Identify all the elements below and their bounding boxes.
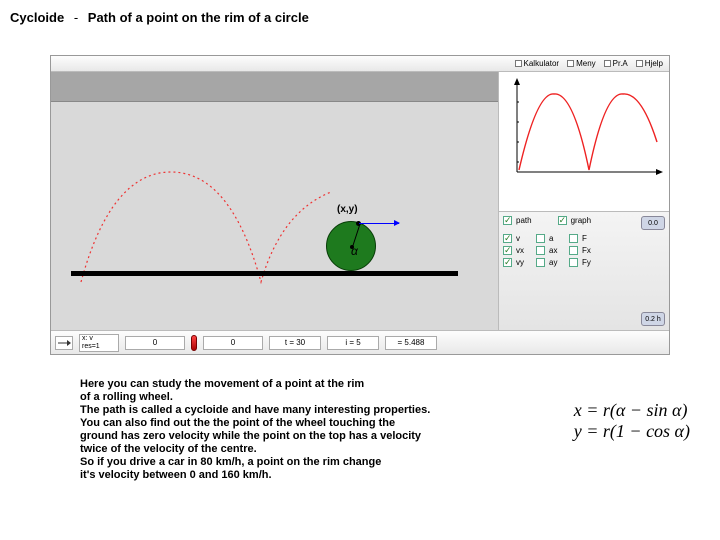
options-pane: path graph v a F vx ax Fx vy ay Fy 0.0 0… <box>499 212 669 330</box>
chk-vx[interactable] <box>503 246 512 255</box>
graph-pane[interactable] <box>499 72 669 212</box>
readout-top[interactable]: 0.0 <box>641 216 665 230</box>
equations: x = r(α − sin α) y = r(1 − cos α) <box>574 400 690 442</box>
menu-pra[interactable]: Pr.A <box>604 59 628 68</box>
last-value[interactable]: = 5.488 <box>385 336 437 350</box>
menu-meny[interactable]: Meny <box>567 59 596 68</box>
checkbox-icon <box>604 60 611 67</box>
value-1[interactable]: 0 <box>125 336 185 350</box>
checkbox-icon <box>567 60 574 67</box>
xy-label: (x,y) <box>337 204 358 215</box>
chk-F[interactable] <box>569 234 578 243</box>
rolling-wheel[interactable]: α <box>326 221 376 271</box>
ground-line <box>71 271 458 276</box>
menubar: Kalkulator Meny Pr.A Hjelp <box>51 56 669 72</box>
velocity-vector <box>359 223 399 224</box>
menu-kalkulator[interactable]: Kalkulator <box>515 59 560 68</box>
sim-canvas[interactable]: α (x,y) <box>51 102 498 330</box>
equation-y: y = r(1 − cos α) <box>574 421 690 442</box>
chk-path[interactable] <box>503 216 512 225</box>
description-text: Here you can study the movement of a poi… <box>80 378 440 482</box>
chk-Fy[interactable] <box>569 258 578 267</box>
chk-ay[interactable] <box>536 258 545 267</box>
cycloid-path <box>51 102 498 330</box>
chk-a[interactable] <box>536 234 545 243</box>
sim-header-bar <box>51 72 498 102</box>
equation-x: x = r(α − sin α) <box>574 400 690 421</box>
menu-hjelp[interactable]: Hjelp <box>636 59 663 68</box>
chk-Fx[interactable] <box>569 246 578 255</box>
title-sub: Path of a point on the rim of a circle <box>88 10 309 25</box>
app-window: Kalkulator Meny Pr.A Hjelp α (x,y) <box>50 55 670 355</box>
vector-icon[interactable] <box>55 336 73 350</box>
i-value[interactable]: i = 5 <box>327 336 379 350</box>
sim-column: α (x,y) <box>51 72 499 330</box>
title-sep: - <box>74 10 78 25</box>
checkbox-icon <box>515 60 522 67</box>
checkbox-icon <box>636 60 643 67</box>
chk-v[interactable] <box>503 234 512 243</box>
readout-bot[interactable]: 0.2 h <box>641 312 665 326</box>
chk-ax[interactable] <box>536 246 545 255</box>
bottom-bar: x: vres=1 0 0 t = 30 i = 5 = 5.488 <box>51 330 669 354</box>
chk-vy[interactable] <box>503 258 512 267</box>
chk-graph[interactable] <box>558 216 567 225</box>
thermo-icon[interactable] <box>191 335 197 351</box>
right-column: path graph v a F vx ax Fx vy ay Fy 0.0 0… <box>499 72 669 330</box>
page-title: Cycloide - Path of a point on the rim of… <box>10 10 309 25</box>
title-main: Cycloide <box>10 10 64 25</box>
axis-readout[interactable]: x: vres=1 <box>79 334 119 352</box>
value-2[interactable]: 0 <box>203 336 263 350</box>
t-value[interactable]: t = 30 <box>269 336 321 350</box>
mini-graph <box>499 72 669 212</box>
alpha-label: α <box>351 244 358 258</box>
